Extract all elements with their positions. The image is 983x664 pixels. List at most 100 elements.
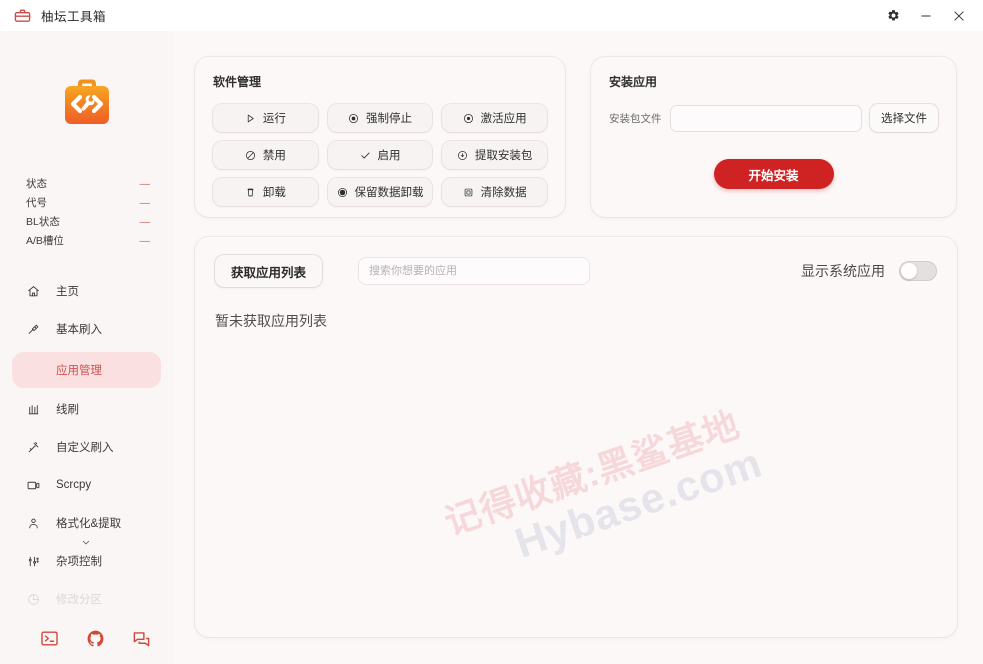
terminal-icon[interactable] xyxy=(40,629,59,648)
status-row: A/B槽位 — xyxy=(26,231,151,250)
fetch-app-list-button[interactable]: 获取应用列表 xyxy=(215,255,322,287)
install-file-row: 安装包文件 选择文件 xyxy=(609,104,938,132)
sidebar-item-label: 格式化&提取 xyxy=(56,515,121,531)
watermark: 记得收藏:黑鲨基地 Hybase.com xyxy=(440,403,767,586)
sidebar-nav: 主页 基本刷入 应用管理 xyxy=(0,276,173,629)
sidebar-item-label: 杂项控制 xyxy=(56,553,102,569)
install-file-label: 安装包文件 xyxy=(609,111,662,126)
chat-icon[interactable] xyxy=(132,629,151,648)
window-controls xyxy=(885,8,983,24)
fastboot-icon xyxy=(26,402,40,416)
activate-app-button[interactable]: 激活应用 xyxy=(442,104,547,132)
app-list-toolbar: 获取应用列表 显示系统应用 xyxy=(215,255,937,287)
status-label: A/B槽位 xyxy=(26,233,64,248)
status-label: 代号 xyxy=(26,195,47,210)
sidebar-item-basic-flash[interactable]: 基本刷入 xyxy=(12,314,161,344)
search-input[interactable] xyxy=(358,257,590,285)
choose-file-button[interactable]: 选择文件 xyxy=(870,104,938,132)
status-row: 状态 — xyxy=(26,174,151,193)
enable-button-label: 启用 xyxy=(377,147,400,163)
sidebar-item-custom-flash[interactable]: 自定义刷入 xyxy=(12,432,161,462)
choose-file-button-label: 选择文件 xyxy=(881,110,927,126)
keep-data-icon xyxy=(336,186,348,198)
status-value: — xyxy=(140,235,152,247)
sidebar-item-misc-control[interactable]: 杂项控制 xyxy=(12,546,161,576)
stop-circle-icon xyxy=(348,112,360,124)
toolbox-logo xyxy=(56,73,118,129)
status-label: 状态 xyxy=(26,176,47,191)
keep-data-uninstall-button[interactable]: 保留数据卸载 xyxy=(328,178,433,206)
watermark-line-1: 记得收藏:黑鲨基地 xyxy=(440,403,752,542)
check-icon xyxy=(359,149,371,161)
sidebar-social-links xyxy=(0,629,173,664)
software-manage-button-grid: 运行 强制停止 激活应用 xyxy=(213,104,547,206)
force-stop-button[interactable]: 强制停止 xyxy=(328,104,433,132)
fetch-app-list-button-label: 获取应用列表 xyxy=(231,262,306,281)
sidebar-item-label: 自定义刷入 xyxy=(56,439,114,455)
extract-icon xyxy=(457,149,469,161)
flash-icon xyxy=(26,322,40,336)
app-window: 柚坛工具箱 xyxy=(0,0,983,664)
status-row: 代号 — xyxy=(26,193,151,212)
enable-button[interactable]: 启用 xyxy=(328,141,433,169)
screen-mirror-icon xyxy=(26,478,40,492)
extract-apk-button-label: 提取安装包 xyxy=(475,147,533,163)
show-system-apps-group: 显示系统应用 xyxy=(801,261,937,281)
sidebar-item-label: Scrcpy xyxy=(56,479,91,491)
github-icon[interactable] xyxy=(86,629,105,648)
run-button[interactable]: 运行 xyxy=(213,104,318,132)
install-button-wrap: 开始安装 xyxy=(609,159,938,189)
extract-apk-button[interactable]: 提取安装包 xyxy=(442,141,547,169)
software-manage-card: 软件管理 运行 强制停止 xyxy=(195,57,565,217)
install-app-title: 安装应用 xyxy=(609,73,938,90)
install-app-card: 安装应用 安装包文件 选择文件 开始安装 xyxy=(591,57,956,217)
title-bar: 柚坛工具箱 xyxy=(0,0,983,31)
home-icon xyxy=(26,284,40,298)
status-value: — xyxy=(140,178,152,190)
status-value: — xyxy=(140,197,152,209)
clear-data-button[interactable]: 清除数据 xyxy=(442,178,547,206)
chevron-down-icon[interactable] xyxy=(80,534,92,542)
status-label: BL状态 xyxy=(26,214,60,229)
force-stop-button-label: 强制停止 xyxy=(366,110,412,126)
sidebar-item-label: 线刷 xyxy=(56,401,79,417)
main-content: 软件管理 运行 强制停止 xyxy=(173,31,983,664)
watermark-line-2: Hybase.com xyxy=(510,440,768,566)
minimize-icon[interactable] xyxy=(918,8,934,24)
top-cards-row: 软件管理 运行 强制停止 xyxy=(195,57,959,217)
device-status-list: 状态 — 代号 — BL状态 — A/B槽位 — xyxy=(0,174,173,250)
sidebar-item-label: 修改分区 xyxy=(56,591,102,607)
toggle-knob xyxy=(901,263,917,279)
play-icon xyxy=(245,112,257,124)
logo-wrap xyxy=(0,31,173,129)
keep-data-uninstall-button-label: 保留数据卸载 xyxy=(354,184,423,200)
activate-icon xyxy=(463,112,475,124)
disable-button-label: 禁用 xyxy=(263,147,286,163)
sidebar-item-label: 主页 xyxy=(56,283,79,299)
close-icon[interactable] xyxy=(951,8,967,24)
custom-flash-icon xyxy=(26,440,40,454)
gear-icon[interactable] xyxy=(885,8,901,24)
start-install-button[interactable]: 开始安装 xyxy=(714,159,834,189)
sidebar-item-fastboot[interactable]: 线刷 xyxy=(12,394,161,424)
disable-button[interactable]: 禁用 xyxy=(213,141,318,169)
title-bar-left: 柚坛工具箱 xyxy=(0,6,106,25)
apps-icon xyxy=(26,363,40,377)
show-system-apps-toggle[interactable] xyxy=(899,261,937,281)
user-extract-icon xyxy=(26,516,40,530)
app-list-empty-message: 暂未获取应用列表 xyxy=(215,311,937,331)
sidebar-item-scrcpy[interactable]: Scrcpy xyxy=(12,470,161,500)
sidebar-item-app-manage[interactable]: 应用管理 xyxy=(12,352,161,388)
show-system-apps-label: 显示系统应用 xyxy=(801,261,885,281)
software-manage-title: 软件管理 xyxy=(213,73,547,90)
sidebar-item-modify-partition[interactable]: 修改分区 xyxy=(12,584,161,614)
install-file-input[interactable] xyxy=(670,105,863,132)
partition-icon xyxy=(26,592,40,606)
toolbox-icon xyxy=(14,7,31,24)
uninstall-button-label: 卸载 xyxy=(263,184,286,200)
ban-icon xyxy=(245,149,257,161)
clear-data-button-label: 清除数据 xyxy=(481,184,527,200)
uninstall-button[interactable]: 卸载 xyxy=(213,178,318,206)
sidebar-item-home[interactable]: 主页 xyxy=(12,276,161,306)
sliders-icon xyxy=(26,554,40,568)
